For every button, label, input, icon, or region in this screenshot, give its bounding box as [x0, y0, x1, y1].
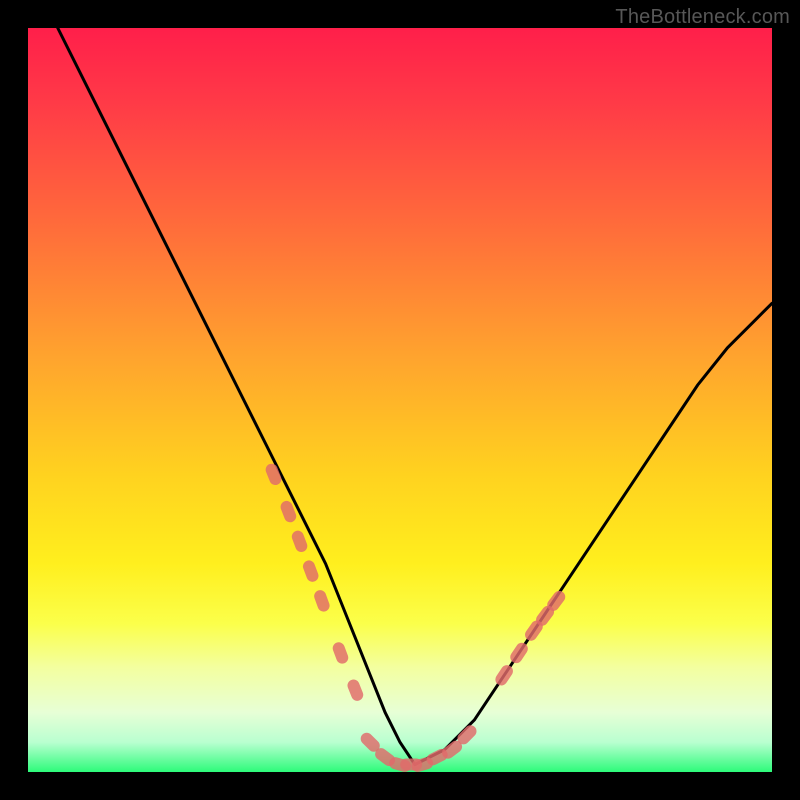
watermark-text: TheBottleneck.com: [615, 6, 790, 29]
chart-frame: TheBottleneck.com: [0, 0, 800, 800]
left-curve: [58, 28, 415, 765]
data-marker: [331, 641, 350, 666]
data-marker: [312, 588, 331, 613]
data-marker: [346, 678, 365, 703]
curve-layer: [28, 28, 772, 772]
data-marker: [508, 640, 530, 665]
data-marker: [290, 529, 309, 554]
marker-group: [264, 462, 568, 773]
data-marker: [493, 663, 515, 688]
data-marker: [301, 559, 320, 584]
right-curve: [415, 303, 772, 764]
curve-group: [58, 28, 772, 765]
plot-area: [28, 28, 772, 772]
